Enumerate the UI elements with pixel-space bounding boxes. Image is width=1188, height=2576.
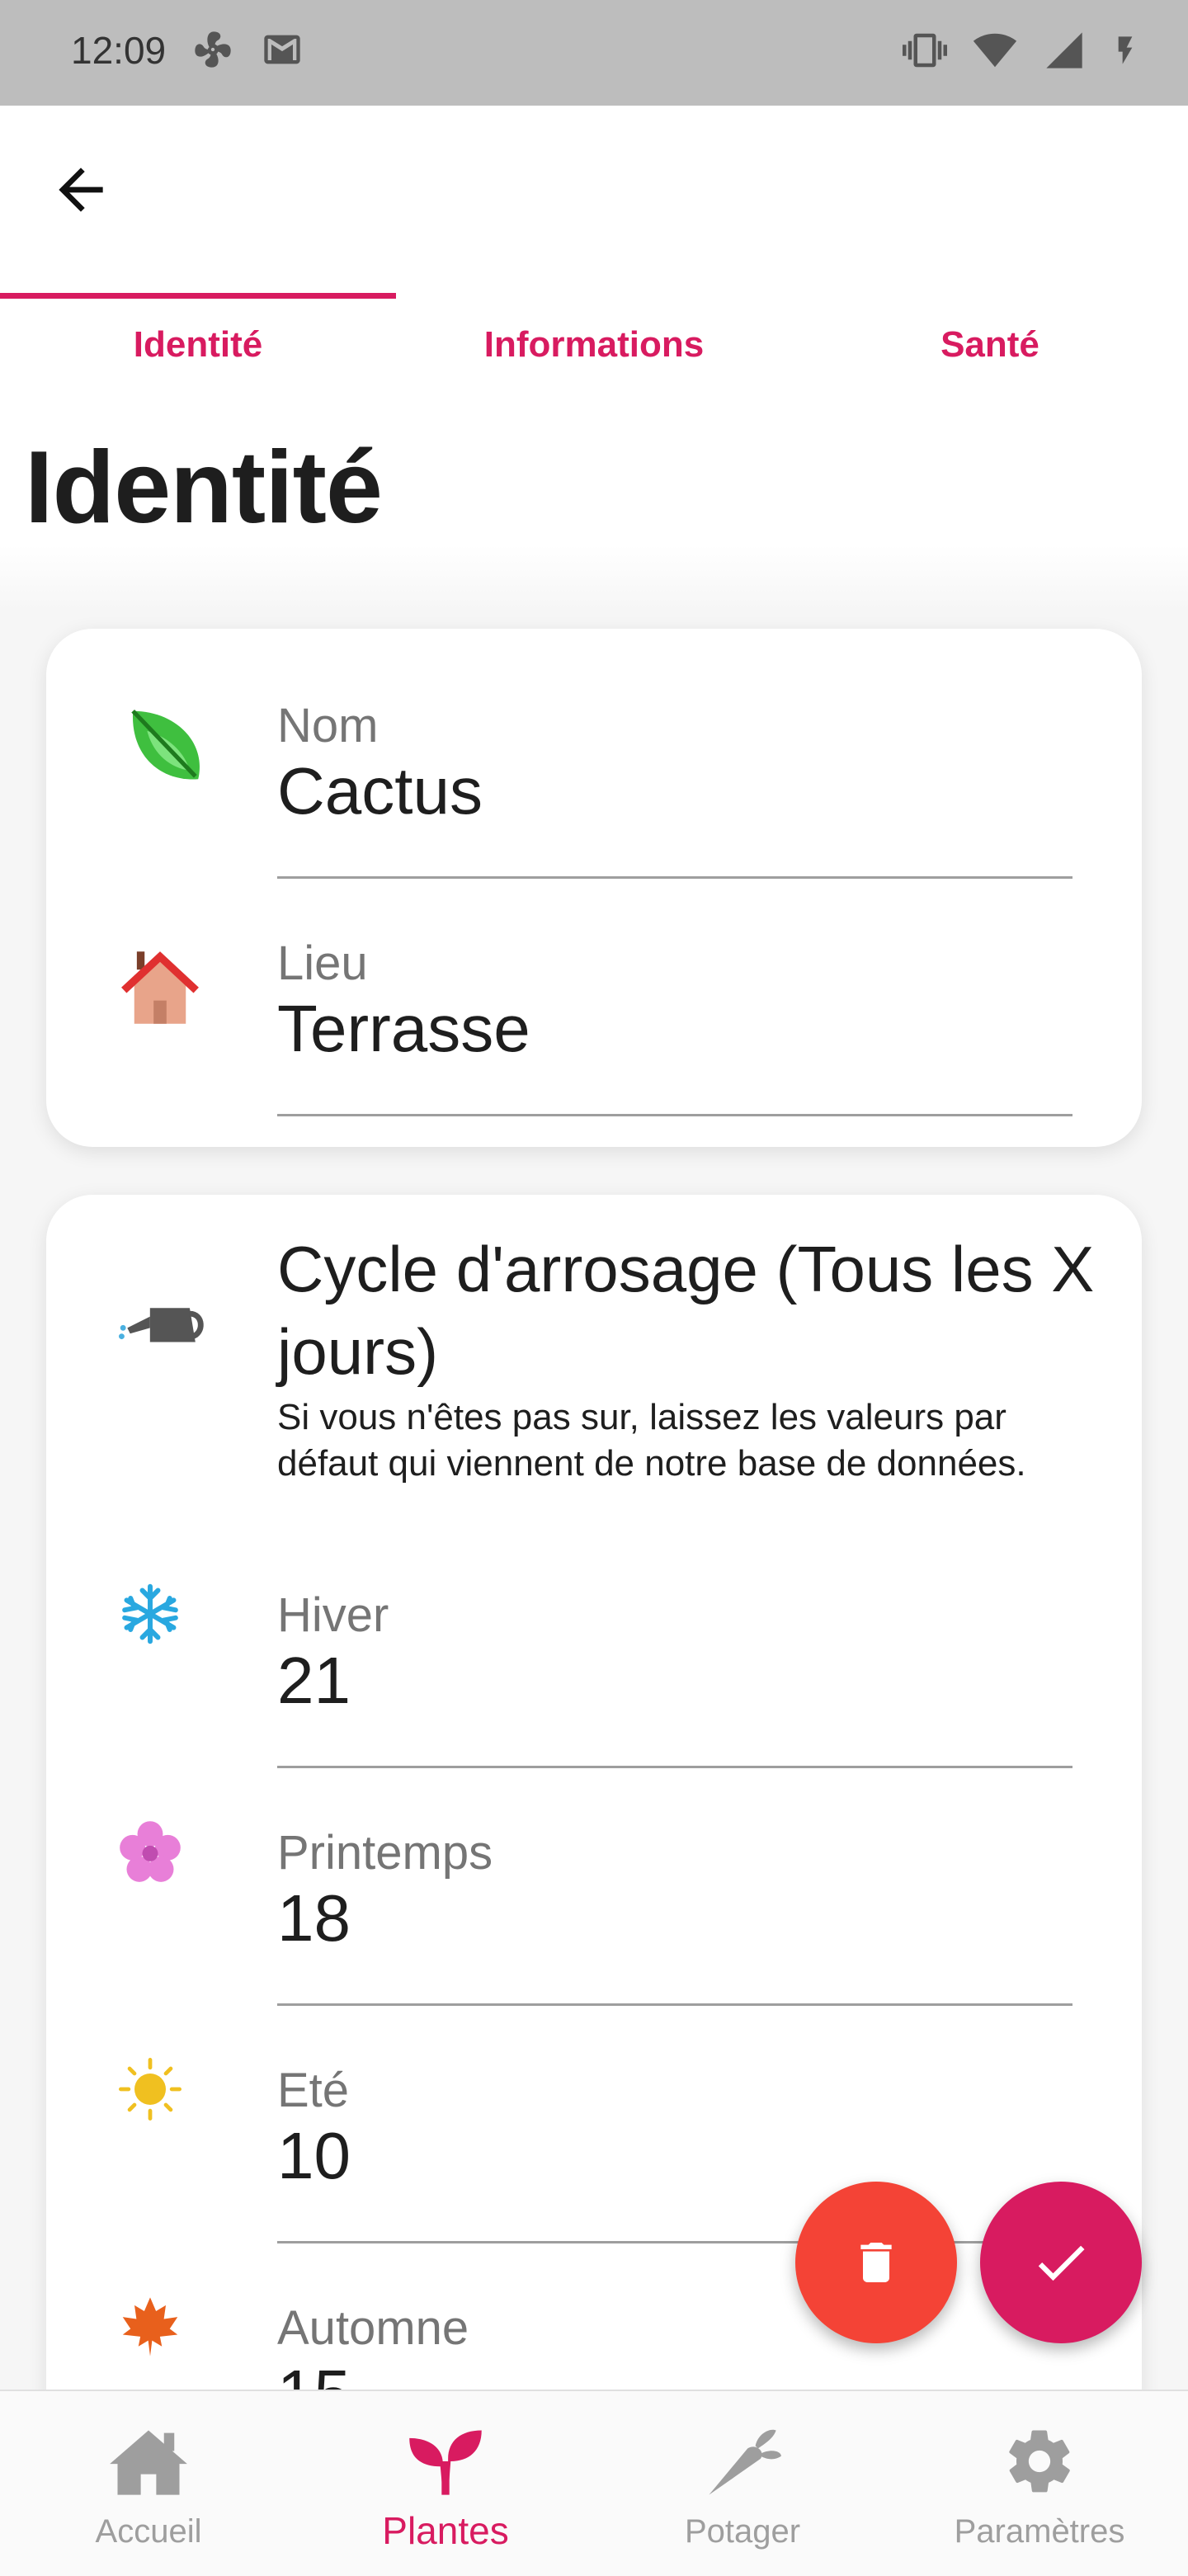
place-field[interactable]: Lieu Terrasse	[277, 936, 1119, 1116]
name-label: Nom	[277, 699, 379, 753]
back-arrow-icon[interactable]	[48, 157, 114, 223]
bottom-navigation: Accueil Plantes Potager Paramètres	[0, 2390, 1188, 2576]
place-value: Terrasse	[277, 992, 530, 1065]
delete-button[interactable]	[795, 2182, 957, 2343]
sprout-icon	[409, 2430, 482, 2495]
tab-identite[interactable]: Identité	[0, 304, 396, 386]
house-icon	[121, 951, 199, 1024]
nav-accueil-label: Accueil	[95, 2513, 202, 2550]
spring-field[interactable]: Printemps 18	[277, 1825, 1119, 2006]
summer-field[interactable]: Eté 10	[277, 2063, 1119, 2243]
name-value: Cactus	[277, 754, 483, 828]
save-button[interactable]	[980, 2182, 1142, 2343]
carrot-icon	[709, 2429, 781, 2495]
place-label: Lieu	[277, 937, 368, 990]
tab-sante[interactable]: Santé	[792, 304, 1188, 386]
status-right-icons	[903, 28, 1142, 73]
snowflake-icon	[122, 1583, 178, 1644]
identity-card: Nom Cactus Lieu Terrasse	[46, 629, 1142, 1147]
status-time: 12:09	[71, 29, 167, 72]
vibrate-icon	[903, 33, 947, 68]
watering-cycle-title: Cycle d'arrosage (Tous les X jours)	[277, 1233, 1095, 1388]
winter-underline	[277, 1766, 1072, 1768]
nav-potager[interactable]: Potager	[594, 2391, 891, 2576]
watering-cycle-note: Si vous n'êtes pas sur, laissez les vale…	[277, 1397, 1026, 1484]
nav-parametres-label: Paramètres	[954, 2513, 1125, 2550]
name-field[interactable]: Nom Cactus	[277, 698, 1119, 879]
fan-icon	[195, 31, 231, 68]
nav-accueil[interactable]: Accueil	[0, 2391, 297, 2576]
home-icon	[110, 2430, 187, 2495]
gmail-icon	[264, 35, 300, 64]
winter-label: Hiver	[277, 1588, 389, 1642]
status-left-icons	[191, 28, 305, 71]
watering-card: Cycle d'arrosage (Tous les X jours) Si v…	[46, 1195, 1142, 2449]
leaf-icon	[131, 709, 200, 780]
summer-label: Eté	[277, 2064, 350, 2117]
check-icon	[1038, 2245, 1085, 2281]
winter-value: 21	[277, 1644, 351, 1717]
maple-leaf-icon	[122, 2297, 178, 2357]
tab-indicator	[0, 293, 396, 299]
app-bar: Identité Informations Santé	[0, 106, 1188, 374]
nav-plantes[interactable]: Plantes	[297, 2391, 594, 2576]
status-bar: 12:09	[0, 0, 1188, 106]
tab-informations[interactable]: Informations	[396, 304, 792, 386]
wifi-icon	[973, 33, 1017, 68]
gear-icon	[1009, 2430, 1070, 2493]
summer-value: 10	[277, 2119, 351, 2192]
nav-plantes-label: Plantes	[382, 2509, 509, 2552]
nav-potager-label: Potager	[684, 2513, 801, 2550]
page-title: Identité	[25, 431, 383, 545]
place-underline	[277, 1114, 1072, 1116]
charging-icon	[1118, 36, 1133, 64]
autumn-label: Automne	[277, 2301, 469, 2355]
blossom-icon	[120, 1821, 181, 1882]
trash-icon	[860, 2243, 892, 2282]
cell-signal-icon	[1046, 32, 1082, 68]
spring-label: Printemps	[277, 1826, 493, 1880]
nav-parametres[interactable]: Paramètres	[891, 2391, 1188, 2576]
spring-underline	[277, 2003, 1072, 2006]
watering-can-icon	[119, 1308, 204, 1342]
winter-field[interactable]: Hiver 21	[277, 1588, 1119, 1768]
name-underline	[277, 876, 1072, 879]
sun-icon	[119, 2058, 182, 2121]
spring-value: 18	[277, 1881, 351, 1955]
